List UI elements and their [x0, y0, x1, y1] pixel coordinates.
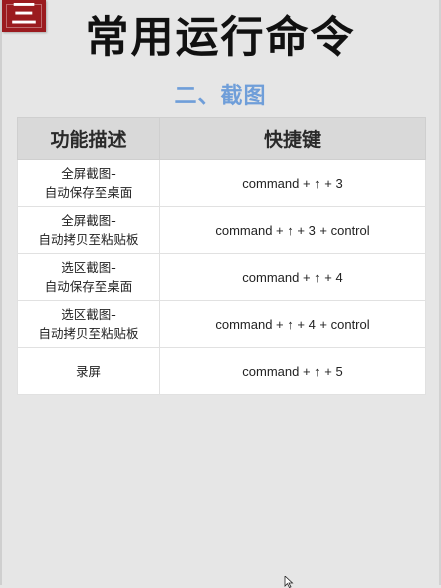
mouse-pointer-icon [284, 576, 294, 588]
description-line: 自动保存至桌面 [44, 279, 133, 294]
shortcut-cell: command + ↑ + 4 [159, 253, 426, 301]
description-line: 自动拷贝至粘贴板 [38, 326, 139, 341]
table-row: 全屏截图- 自动拷贝至粘贴板 command + ↑ + 3 + control [17, 206, 426, 254]
shortcut-cell: command + ↑ + 3 [159, 159, 426, 207]
description-line: 全屏截图- [61, 166, 116, 181]
table-row: 录屏 command + ↑ + 5 [17, 347, 426, 395]
description-line: 自动保存至桌面 [44, 185, 133, 200]
description-line: 自动拷贝至粘贴板 [38, 232, 139, 247]
header-shortcut: 快捷键 [159, 117, 426, 160]
header-description: 功能描述 [17, 117, 160, 160]
page-title: 常用运行命令 [85, 13, 356, 63]
table-header-row: 功能描述 快捷键 [17, 117, 426, 160]
description-line: 全屏截图- [61, 213, 116, 228]
description-line: 录屏 [75, 363, 101, 379]
description-line: 选区截图- [61, 260, 116, 275]
description-cell: 录屏 [17, 347, 160, 395]
shortcut-cell: command + ↑ + 3 + control [159, 206, 426, 254]
table-row: 全屏截图- 自动保存至桌面 command + ↑ + 3 [17, 159, 426, 207]
table-row: 选区截图- 自动保存至桌面 command + ↑ + 4 [17, 253, 426, 301]
description-cell: 全屏截图- 自动拷贝至粘贴板 [17, 206, 160, 254]
description-cell: 选区截图- 自动拷贝至粘贴板 [17, 300, 160, 348]
description-line: 选区截图- [61, 307, 116, 322]
shortcut-cell: command + ↑ + 4 + control [159, 300, 426, 348]
shortcut-cell: command + ↑ + 5 [159, 347, 426, 395]
table-row: 选区截图- 自动拷贝至粘贴板 command + ↑ + 4 + control [17, 300, 426, 348]
description-cell: 全屏截图- 自动保存至桌面 [17, 159, 160, 207]
shortcut-table: 功能描述 快捷键 全屏截图- 自动保存至桌面 command + ↑ + 3 全… [17, 117, 426, 395]
description-cell: 选区截图- 自动保存至桌面 [17, 253, 160, 301]
section-title: 二、截图 [174, 84, 267, 109]
